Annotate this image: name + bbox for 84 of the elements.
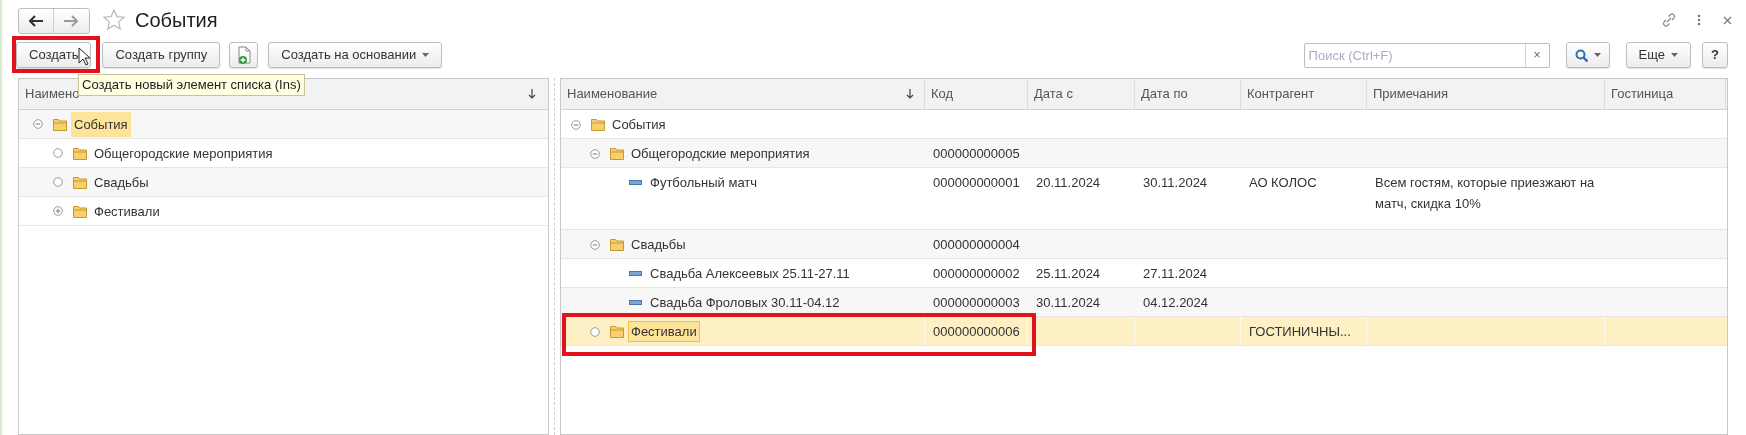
table-cell-text: Всем гостям, которые приезжают на матч, скидка 10% bbox=[1375, 174, 1596, 213]
tree-node-icon[interactable] bbox=[53, 148, 63, 158]
star-icon[interactable] bbox=[103, 9, 125, 31]
table-cell-text: 000000000006 bbox=[933, 323, 1020, 341]
table-cell-text: 04.12.2024 bbox=[1143, 294, 1209, 312]
sort-arrow-icon bbox=[906, 89, 914, 99]
table-cell-text: 000000000004 bbox=[933, 236, 1020, 254]
document-add-icon bbox=[236, 46, 252, 64]
table-cell-text: 30.11.2024 bbox=[1036, 294, 1101, 312]
table-cell-text: 000000000002 bbox=[933, 265, 1020, 283]
help-button[interactable]: ? bbox=[1702, 42, 1728, 68]
collapse-icon[interactable] bbox=[590, 239, 600, 250]
table-row[interactable]: Свадьбы 000000000004 bbox=[561, 230, 1727, 259]
tooltip: Создать новый элемент списка (Ins) bbox=[78, 74, 305, 96]
column-header[interactable]: Дата по bbox=[1135, 79, 1241, 109]
column-header[interactable]: Наименование bbox=[561, 79, 925, 109]
table-cell-text: 000000000001 bbox=[933, 174, 1020, 192]
tree-row[interactable]: События bbox=[19, 110, 548, 139]
tree-row[interactable]: Свадьбы bbox=[19, 168, 548, 197]
clear-button[interactable]: × bbox=[1524, 43, 1549, 67]
close-icon[interactable] bbox=[1723, 15, 1732, 25]
column-header[interactable]: Код bbox=[925, 79, 1028, 109]
table-cell-text: 000000000005 bbox=[933, 145, 1020, 163]
back-arrow-icon bbox=[28, 15, 44, 27]
row-name: Свадьбы bbox=[630, 236, 687, 254]
table-cell-text: ГОСТИНИЧНЫ... bbox=[1249, 323, 1351, 341]
caret-icon bbox=[1671, 53, 1679, 57]
search-field[interactable]: Поиск (Ctrl+F) × bbox=[1303, 42, 1550, 68]
folder-icon bbox=[53, 117, 67, 131]
folder-icon bbox=[591, 118, 605, 131]
tree-item-label: События bbox=[71, 111, 131, 137]
element-icon bbox=[629, 271, 642, 276]
folder-icon bbox=[73, 204, 87, 218]
toolbar-button[interactable]: Создать bbox=[16, 42, 92, 68]
column-header[interactable]: Наимено bbox=[25, 84, 80, 104]
expand-icon[interactable] bbox=[53, 206, 63, 216]
folder-icon bbox=[610, 147, 624, 160]
table-cell-text: АО КОЛОС bbox=[1249, 174, 1317, 192]
element-icon bbox=[629, 180, 642, 185]
table-cell-text: 000000000003 bbox=[933, 294, 1020, 312]
table-cell-text: 27.11.2024 bbox=[1143, 265, 1208, 283]
element-icon bbox=[629, 300, 642, 305]
row-name: Свадьба Алексеевых 25.11-27.11 bbox=[649, 265, 851, 283]
create-copy-button[interactable] bbox=[229, 42, 259, 68]
tree-item-label: Фестивали bbox=[93, 202, 161, 221]
collapse-icon[interactable] bbox=[33, 119, 43, 129]
search-icon bbox=[1574, 48, 1588, 62]
table-cell-text: 30.11.2024 bbox=[1143, 174, 1208, 192]
tree-item-label: Свадьбы bbox=[93, 173, 150, 192]
menu-button[interactable]: Создать на основании bbox=[268, 42, 443, 68]
folder-icon bbox=[73, 146, 87, 160]
row-name: Футбольный матч bbox=[649, 174, 759, 192]
row-name: Общегородские мероприятия bbox=[630, 145, 811, 163]
search-button[interactable] bbox=[1565, 42, 1610, 68]
forward-arrow-icon bbox=[64, 15, 79, 27]
column-header[interactable]: Гостиница bbox=[1605, 79, 1726, 109]
folder-icon bbox=[73, 175, 87, 189]
table-row[interactable]: Общегородские мероприятия 000000000005 bbox=[561, 139, 1727, 168]
caret-icon bbox=[1593, 53, 1601, 57]
more-button[interactable]: Еще bbox=[1625, 42, 1692, 68]
link-icon[interactable] bbox=[1661, 12, 1677, 28]
row-name: События bbox=[611, 116, 667, 134]
folder-icon bbox=[610, 325, 624, 338]
toolbar-button[interactable]: Создать группу bbox=[102, 42, 221, 68]
table-cell-text: 25.11.2024 bbox=[1036, 265, 1101, 283]
caret-icon bbox=[422, 53, 430, 57]
window-title: События bbox=[135, 8, 218, 33]
mouse-cursor-icon bbox=[78, 47, 92, 67]
table-row[interactable]: Фестивали 000000000006 ГОСТИНИЧНЫ... bbox=[561, 317, 1727, 346]
folder-icon bbox=[610, 238, 624, 251]
collapse-icon[interactable] bbox=[590, 148, 600, 159]
row-name: Фестивали bbox=[628, 321, 700, 342]
column-header[interactable]: Контрагент bbox=[1241, 79, 1367, 109]
table-row[interactable]: Свадьба Фроловых 30.11-04.12 000000000003 30.11.2024 04.12.2024 bbox=[561, 288, 1727, 317]
table-cell-text: 20.11.2024 bbox=[1036, 174, 1101, 192]
tree-node-icon[interactable] bbox=[590, 326, 600, 337]
collapse-icon[interactable] bbox=[571, 119, 581, 130]
column-header[interactable]: Дата с bbox=[1028, 79, 1135, 109]
sort-arrow-icon bbox=[528, 89, 536, 99]
more-options-icon[interactable] bbox=[1697, 14, 1701, 26]
tree-item-label: Общегородские мероприятия bbox=[93, 144, 274, 163]
row-name: Свадьба Фроловых 30.11-04.12 bbox=[649, 294, 841, 312]
column-header[interactable]: Примечания bbox=[1367, 79, 1605, 109]
tree-node-icon[interactable] bbox=[53, 177, 63, 187]
